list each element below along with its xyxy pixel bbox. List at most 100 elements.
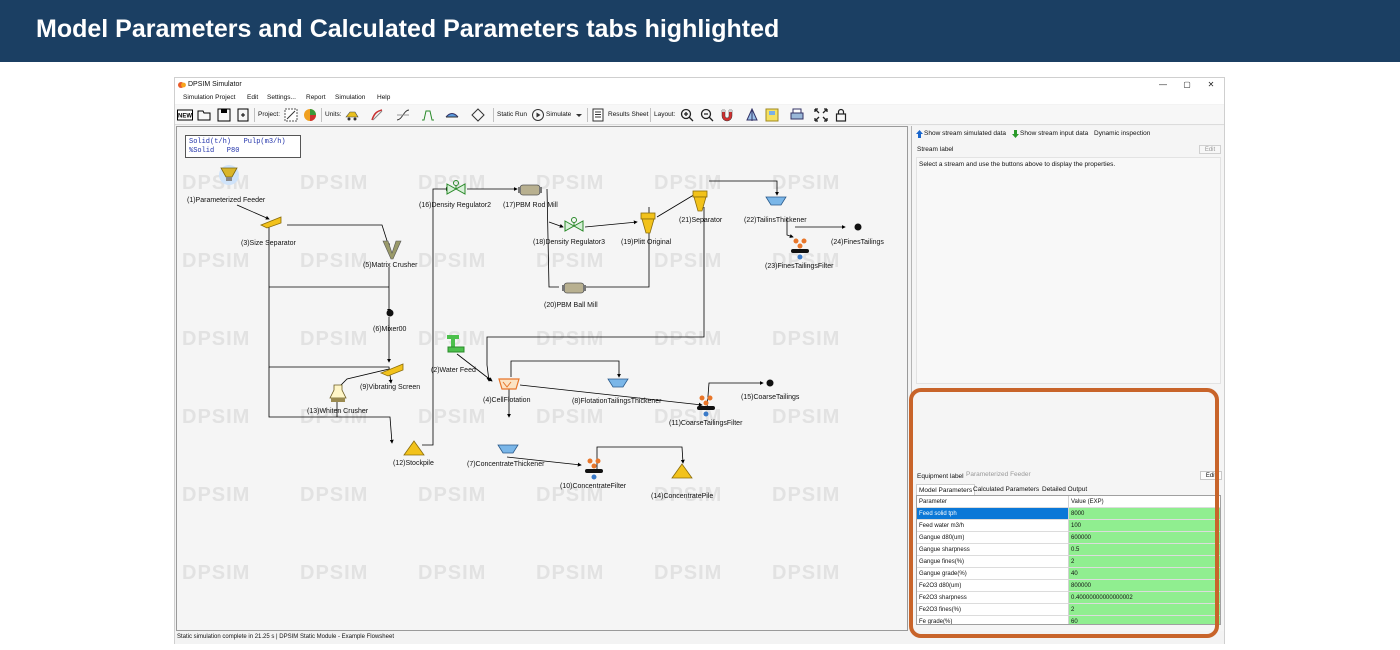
node-label-11: (11)CoarseTailingsFilter: [669, 420, 743, 427]
table-row[interactable]: Feed solid tph 8000: [917, 508, 1220, 520]
parameter-value[interactable]: 2: [1069, 604, 1220, 616]
toolbar-separator: [254, 108, 255, 122]
table-row[interactable]: Feed water m3/h 100: [917, 520, 1220, 532]
coarse-tailings-icon[interactable]: [766, 379, 774, 387]
minimize-button[interactable]: —: [1153, 79, 1173, 91]
maximize-button[interactable]: ▢: [1177, 79, 1197, 91]
table-row[interactable]: Gangue sharpness 0.5: [917, 544, 1220, 556]
chevron-down-icon[interactable]: [575, 108, 583, 122]
flowsheet-icon[interactable]: [284, 108, 298, 122]
plitt-cyclone-icon[interactable]: [639, 211, 657, 237]
show-stream-simulated-button[interactable]: Show stream simulated data: [924, 130, 1006, 137]
table-row[interactable]: Fe2O3 d80(um) 800000: [917, 580, 1220, 592]
note-icon[interactable]: [765, 108, 779, 122]
stockpile-icon[interactable]: [403, 440, 425, 456]
distribution-icon[interactable]: [421, 108, 435, 122]
parameter-value[interactable]: 8000: [1069, 508, 1220, 520]
flow-units-icon[interactable]: [370, 108, 384, 122]
size-separator-icon[interactable]: [259, 215, 283, 229]
stream-edit-button[interactable]: Edit: [1199, 145, 1221, 154]
menu-simulation[interactable]: Simulation: [335, 94, 365, 101]
print-icon[interactable]: [790, 108, 804, 122]
parameter-name: Gangue sharpness: [917, 544, 1069, 556]
parameter-value[interactable]: 40: [1069, 568, 1220, 580]
tab-detailed-output[interactable]: Detailed Output: [1040, 484, 1089, 495]
open-folder-icon[interactable]: [197, 108, 211, 122]
units-truck-icon[interactable]: [345, 108, 359, 122]
concentrate-pile-icon[interactable]: [671, 463, 693, 479]
diamond-icon[interactable]: [471, 108, 485, 122]
dpsim-window: DPSIM Simulator — ▢ ✕ Simulation Project…: [174, 77, 1225, 644]
parameter-name: Gangue grade(%): [917, 568, 1069, 580]
magnet-icon[interactable]: [720, 108, 734, 122]
rod-mill-icon[interactable]: [517, 183, 543, 197]
new-project-icon[interactable]: NEW: [177, 108, 193, 122]
table-row[interactable]: Gangue d80(um) 600000: [917, 532, 1220, 544]
table-row[interactable]: Fe2O3 fines(%) 2: [917, 604, 1220, 616]
coarse-tailings-filter-icon[interactable]: [695, 394, 717, 418]
results-sheet-icon[interactable]: [591, 108, 605, 122]
dynamic-inspection-button[interactable]: Dynamic inspection: [1094, 130, 1150, 137]
parameterized-feeder-icon[interactable]: [218, 164, 240, 186]
export-icon[interactable]: [236, 108, 250, 122]
results-sheet-button[interactable]: Results Sheet: [608, 111, 648, 118]
parameter-value[interactable]: 0.5: [1069, 544, 1220, 556]
whiten-crusher-icon[interactable]: [327, 383, 349, 405]
ball-mill-icon[interactable]: [561, 281, 587, 295]
menu-simulation-project[interactable]: Simulation Project: [183, 94, 235, 101]
node-label-22: (22)TailinsThickener: [744, 217, 807, 224]
menu-edit[interactable]: Edit: [247, 94, 258, 101]
separator-cyclone-icon[interactable]: [691, 189, 709, 215]
concentrate-filter-icon[interactable]: [583, 457, 605, 481]
tab-calculated-parameters[interactable]: Calculated Parameters: [971, 484, 1041, 495]
pie-chart-icon[interactable]: [303, 108, 317, 122]
concentrate-thickener-icon[interactable]: [497, 443, 519, 455]
density-regulator-2-icon[interactable]: [445, 180, 467, 198]
menu-settings[interactable]: Settings...: [267, 94, 296, 101]
play-icon[interactable]: [531, 108, 545, 122]
lock-icon[interactable]: [834, 108, 848, 122]
parameter-value[interactable]: 60: [1069, 616, 1220, 624]
fines-tailings-filter-icon[interactable]: [789, 237, 811, 261]
matrix-crusher-icon[interactable]: [380, 239, 404, 261]
curve-units-icon[interactable]: [396, 108, 410, 122]
vibrating-screen-icon[interactable]: [379, 361, 405, 377]
parameter-value[interactable]: 100: [1069, 520, 1220, 532]
table-row[interactable]: Fe grade(%) 60: [917, 616, 1220, 624]
fines-tailings-icon[interactable]: [854, 223, 862, 231]
zoom-in-icon[interactable]: [680, 108, 694, 122]
node-label-12: (12)Stockpile: [393, 460, 434, 467]
align-icon[interactable]: [745, 108, 759, 122]
density-regulator-3-icon[interactable]: [563, 217, 585, 235]
simulate-button[interactable]: Simulate: [546, 111, 571, 118]
cell-flotation-icon[interactable]: [497, 377, 521, 391]
mixer-icon[interactable]: [386, 309, 394, 317]
flowsheet-canvas[interactable]: DPSIM DPSIM DPSIM DPSIM DPSIM DPSIM DPSIM DPSIM…: [176, 126, 908, 631]
parameter-value[interactable]: 600000: [1069, 532, 1220, 544]
slide-title: Model Parameters and Calculated Paramete…: [36, 15, 780, 43]
parameter-value[interactable]: 2: [1069, 556, 1220, 568]
table-row[interactable]: Gangue grade(%) 40: [917, 568, 1220, 580]
density-icon[interactable]: [445, 108, 459, 122]
layout-label: Layout:: [654, 111, 676, 118]
zoom-out-icon[interactable]: [700, 108, 714, 122]
static-run-button[interactable]: Static Run: [497, 111, 527, 118]
menu-help[interactable]: Help: [377, 94, 390, 101]
show-stream-input-button[interactable]: Show stream input data: [1020, 130, 1088, 137]
equipment-name-field[interactable]: Parameterized Feeder: [966, 471, 1031, 478]
fit-screen-icon[interactable]: [814, 108, 828, 122]
equipment-edit-button[interactable]: Edit: [1200, 471, 1222, 480]
tailings-thickener-icon[interactable]: [765, 195, 787, 207]
parameter-value[interactable]: 800000: [1069, 580, 1220, 592]
table-row[interactable]: Gangue fines(%) 2: [917, 556, 1220, 568]
parameter-value[interactable]: 0.40000000000000002: [1069, 592, 1220, 604]
tab-model-parameters[interactable]: Model Parameters: [916, 484, 976, 495]
water-feed-icon[interactable]: [445, 332, 467, 354]
save-icon[interactable]: [217, 108, 231, 122]
close-button[interactable]: ✕: [1201, 79, 1221, 91]
node-label-9: (9)Vibrating Screen: [360, 384, 421, 391]
menu-report[interactable]: Report: [306, 94, 326, 101]
node-label-13: (13)Whiten Crusher: [307, 408, 369, 415]
flotation-tailings-thickener-icon[interactable]: [607, 377, 629, 389]
table-row[interactable]: Fe2O3 sharpness 0.40000000000000002: [917, 592, 1220, 604]
